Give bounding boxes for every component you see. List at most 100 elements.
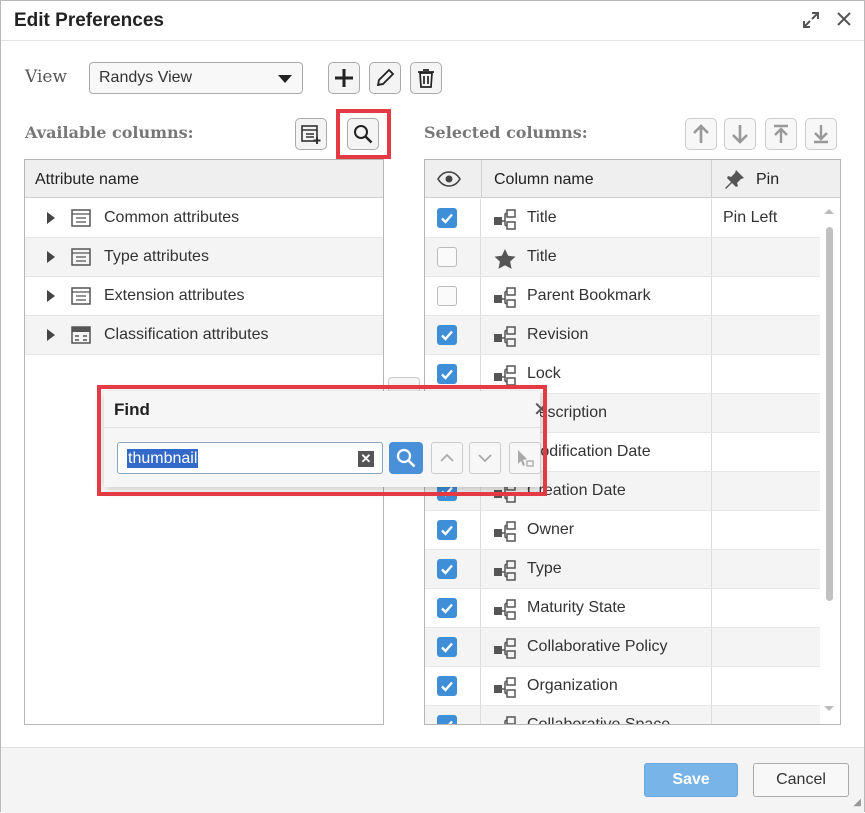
expand-icon[interactable] bbox=[801, 10, 821, 35]
pin-cell[interactable] bbox=[711, 628, 820, 666]
column-name: Parent Bookmark bbox=[527, 287, 651, 304]
selected-column-row[interactable]: Type bbox=[425, 550, 820, 589]
tree-item-extension-attributes[interactable]: Extension attributes bbox=[25, 277, 383, 316]
find-column-button[interactable] bbox=[347, 118, 379, 150]
arrow-up-icon bbox=[693, 124, 709, 143]
selected-column-row[interactable]: Title Pin Left bbox=[425, 199, 820, 238]
attribute-name-header: Attribute name bbox=[35, 171, 140, 188]
pin-cell[interactable] bbox=[711, 238, 820, 276]
expand-arrow-icon[interactable] bbox=[47, 329, 55, 341]
chevron-down-icon bbox=[278, 75, 292, 83]
selected-column-row[interactable]: Parent Bookmark bbox=[425, 277, 820, 316]
hierarchy-icon bbox=[493, 716, 517, 724]
visibility-checkbox[interactable] bbox=[437, 715, 457, 724]
resize-grip-icon[interactable]: ◢ bbox=[853, 797, 861, 808]
column-name: Modification Date bbox=[527, 443, 651, 460]
find-select-button[interactable] bbox=[509, 442, 541, 474]
pin-cell[interactable] bbox=[711, 472, 820, 510]
eye-icon[interactable] bbox=[437, 170, 461, 193]
view-select[interactable]: Randys View bbox=[89, 62, 303, 94]
hierarchy-icon bbox=[493, 365, 517, 392]
selected-column-row[interactable]: Collaborative Space bbox=[425, 706, 820, 724]
selected-column-row[interactable]: Organization bbox=[425, 667, 820, 706]
visibility-checkbox[interactable] bbox=[437, 325, 457, 345]
find-popup: Find ✕ thumbnail ✕ bbox=[104, 391, 550, 487]
column-name-header: Column name bbox=[494, 171, 594, 188]
move-top-button[interactable] bbox=[765, 118, 797, 150]
view-select-value: Randys View bbox=[99, 69, 193, 86]
visibility-checkbox[interactable] bbox=[437, 286, 457, 306]
find-input[interactable]: thumbnail ✕ bbox=[117, 442, 383, 474]
find-input-value: thumbnail bbox=[127, 449, 199, 468]
add-view-button[interactable] bbox=[328, 62, 360, 94]
pin-cell[interactable] bbox=[711, 316, 820, 354]
find-search-button[interactable] bbox=[389, 442, 423, 474]
pin-cell[interactable] bbox=[711, 667, 820, 705]
visibility-checkbox[interactable] bbox=[437, 598, 457, 618]
expand-arrow-icon[interactable] bbox=[47, 251, 55, 263]
hierarchy-icon bbox=[493, 326, 517, 353]
move-bottom-button[interactable] bbox=[805, 118, 837, 150]
scrollbar-thumb[interactable] bbox=[826, 227, 833, 601]
pin-cell[interactable] bbox=[711, 706, 820, 724]
close-icon[interactable] bbox=[835, 10, 853, 33]
scroll-up-icon bbox=[824, 209, 834, 214]
visibility-cell bbox=[425, 355, 481, 393]
selected-column-row[interactable]: Maturity State bbox=[425, 589, 820, 628]
expand-arrow-icon[interactable] bbox=[47, 212, 55, 224]
visibility-cell bbox=[425, 667, 481, 705]
move-down-button[interactable] bbox=[724, 118, 756, 150]
chevron-up-icon bbox=[440, 453, 454, 462]
tree-item-common-attributes[interactable]: Common attributes bbox=[25, 199, 383, 238]
selected-column-row[interactable]: Title bbox=[425, 238, 820, 277]
pin-cell[interactable] bbox=[711, 589, 820, 627]
pin-cell[interactable] bbox=[711, 355, 820, 393]
hierarchy-icon bbox=[493, 521, 517, 548]
visibility-checkbox[interactable] bbox=[437, 208, 457, 228]
visibility-checkbox[interactable] bbox=[437, 559, 457, 579]
pin-cell[interactable] bbox=[711, 511, 820, 549]
check-icon bbox=[441, 642, 453, 653]
hierarchy-icon bbox=[493, 638, 517, 665]
panel-splitter-handle[interactable] bbox=[388, 377, 420, 391]
edit-view-button[interactable] bbox=[369, 62, 401, 94]
pin-cell[interactable] bbox=[711, 550, 820, 588]
expand-arrow-icon[interactable] bbox=[47, 290, 55, 302]
available-columns-label: Available columns: bbox=[25, 123, 194, 142]
dialog-title: Edit Preferences bbox=[14, 10, 164, 31]
column-name: Collaborative Policy bbox=[527, 638, 668, 655]
visibility-checkbox[interactable] bbox=[437, 520, 457, 540]
pin-cell[interactable] bbox=[711, 433, 820, 471]
add-column-button[interactable] bbox=[295, 118, 327, 150]
arrow-down-icon bbox=[732, 125, 748, 144]
available-columns-header: Attribute name bbox=[25, 160, 383, 198]
visibility-checkbox[interactable] bbox=[437, 637, 457, 657]
selected-columns-header: Column name Pin bbox=[425, 160, 840, 198]
selected-column-row[interactable]: Revision bbox=[425, 316, 820, 355]
find-previous-button[interactable] bbox=[431, 442, 463, 474]
check-icon bbox=[441, 369, 453, 380]
move-up-button[interactable] bbox=[685, 118, 717, 150]
selected-column-row[interactable]: Lock bbox=[425, 355, 820, 394]
tree-item-label: Type attributes bbox=[104, 248, 209, 265]
delete-view-button[interactable] bbox=[410, 62, 442, 94]
pin-cell[interactable] bbox=[711, 394, 820, 432]
visibility-checkbox[interactable] bbox=[437, 364, 457, 384]
clear-icon[interactable]: ✕ bbox=[358, 451, 374, 467]
tree-item-classification-attributes[interactable]: Classification attributes bbox=[25, 316, 383, 355]
close-icon[interactable]: ✕ bbox=[533, 397, 550, 422]
visibility-checkbox[interactable] bbox=[437, 247, 457, 267]
cursor-select-icon bbox=[518, 450, 534, 467]
save-button[interactable]: Save bbox=[644, 763, 738, 797]
cancel-button[interactable]: Cancel bbox=[753, 763, 849, 797]
hierarchy-icon bbox=[493, 287, 517, 314]
pin-cell[interactable] bbox=[711, 277, 820, 315]
visibility-cell bbox=[425, 316, 481, 354]
visibility-checkbox[interactable] bbox=[437, 676, 457, 696]
find-next-button[interactable] bbox=[469, 442, 501, 474]
selected-column-row[interactable]: Collaborative Policy bbox=[425, 628, 820, 667]
classification-icon bbox=[71, 326, 91, 349]
pin-icon bbox=[724, 169, 746, 194]
tree-item-type-attributes[interactable]: Type attributes bbox=[25, 238, 383, 277]
selected-column-row[interactable]: Owner bbox=[425, 511, 820, 550]
